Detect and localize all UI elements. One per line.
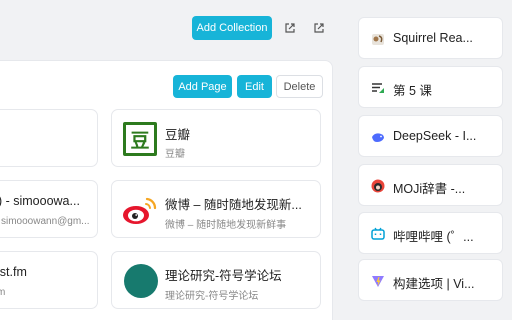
sidebar-item-bilibili[interactable]: 哔哩哔哩 (゜... [358,212,503,254]
sidebar-item-squirrel[interactable]: Squirrel Rea... [358,17,503,59]
teal-circle-logo [124,264,158,298]
sidebar-item-moji[interactable]: MOJi辞書 -... [358,164,503,206]
sidebar-item-label: DeepSeek - I... [393,129,477,143]
open-external-icon[interactable] [283,21,297,35]
sidebar-item-label: MOJi辞書 -... [393,182,466,196]
lines-icon [371,81,385,95]
top-toolbar: Add Collection [0,0,340,52]
sidebar-item-deepseek[interactable]: DeepSeek - I... [358,115,503,157]
add-collection-button[interactable]: Add Collection [192,16,272,40]
vite-icon [371,274,385,288]
card-subtitle: 理论研究-符号学论坛 [165,291,259,302]
card-title: 豆瓣 [165,128,191,142]
bilibili-icon [371,227,385,241]
sidebar-item-label: 哔哩哔哩 (゜... [393,230,474,244]
card-subtitle: m [0,287,6,298]
moji-icon [371,179,385,193]
page-card-douban[interactable]: 豆 豆瓣 豆瓣 [111,109,321,167]
card-title: ist.fm [0,265,27,279]
page-card-weibo[interactable]: 微博 – 随时随地发现新... 微博 – 随时随地发现新鲜事 [111,180,321,238]
add-page-button[interactable]: Add Page [173,75,232,98]
card-title: 3) - simooowa... [0,194,80,208]
delete-button[interactable]: Delete [276,75,323,98]
page-card[interactable] [0,109,98,167]
page-card[interactable]: ist.fm m [0,251,98,309]
edit-button[interactable]: Edit [237,75,272,98]
card-title: 微博 – 随时随地发现新... [165,198,302,212]
weibo-logo [121,193,159,227]
douban-logo: 豆 [123,122,157,156]
whale-icon [371,130,385,144]
card-subtitle: simooowann@gm... [1,216,90,227]
card-subtitle: 豆瓣 [165,149,185,160]
page-card[interactable]: 3) - simooowa... simooowann@gm... [0,180,98,238]
sidebar-item-label: Squirrel Rea... [393,31,473,45]
card-title: 理论研究-符号学论坛 [165,269,282,283]
sidebar-item-lesson[interactable]: 第 5 课 [358,66,503,108]
sidebar-item-label: 第 5 课 [393,84,432,98]
sidebar-item-label: 构建选项 | Vi... [393,277,475,291]
page-card-semiotics[interactable]: 理论研究-符号学论坛 理论研究-符号学论坛 [111,251,321,309]
card-subtitle: 微博 – 随时随地发现新鲜事 [165,220,287,231]
open-external-icon[interactable] [312,21,326,35]
sidebar-item-vite[interactable]: 构建选项 | Vi... [358,259,503,301]
squirrel-icon [371,32,385,46]
